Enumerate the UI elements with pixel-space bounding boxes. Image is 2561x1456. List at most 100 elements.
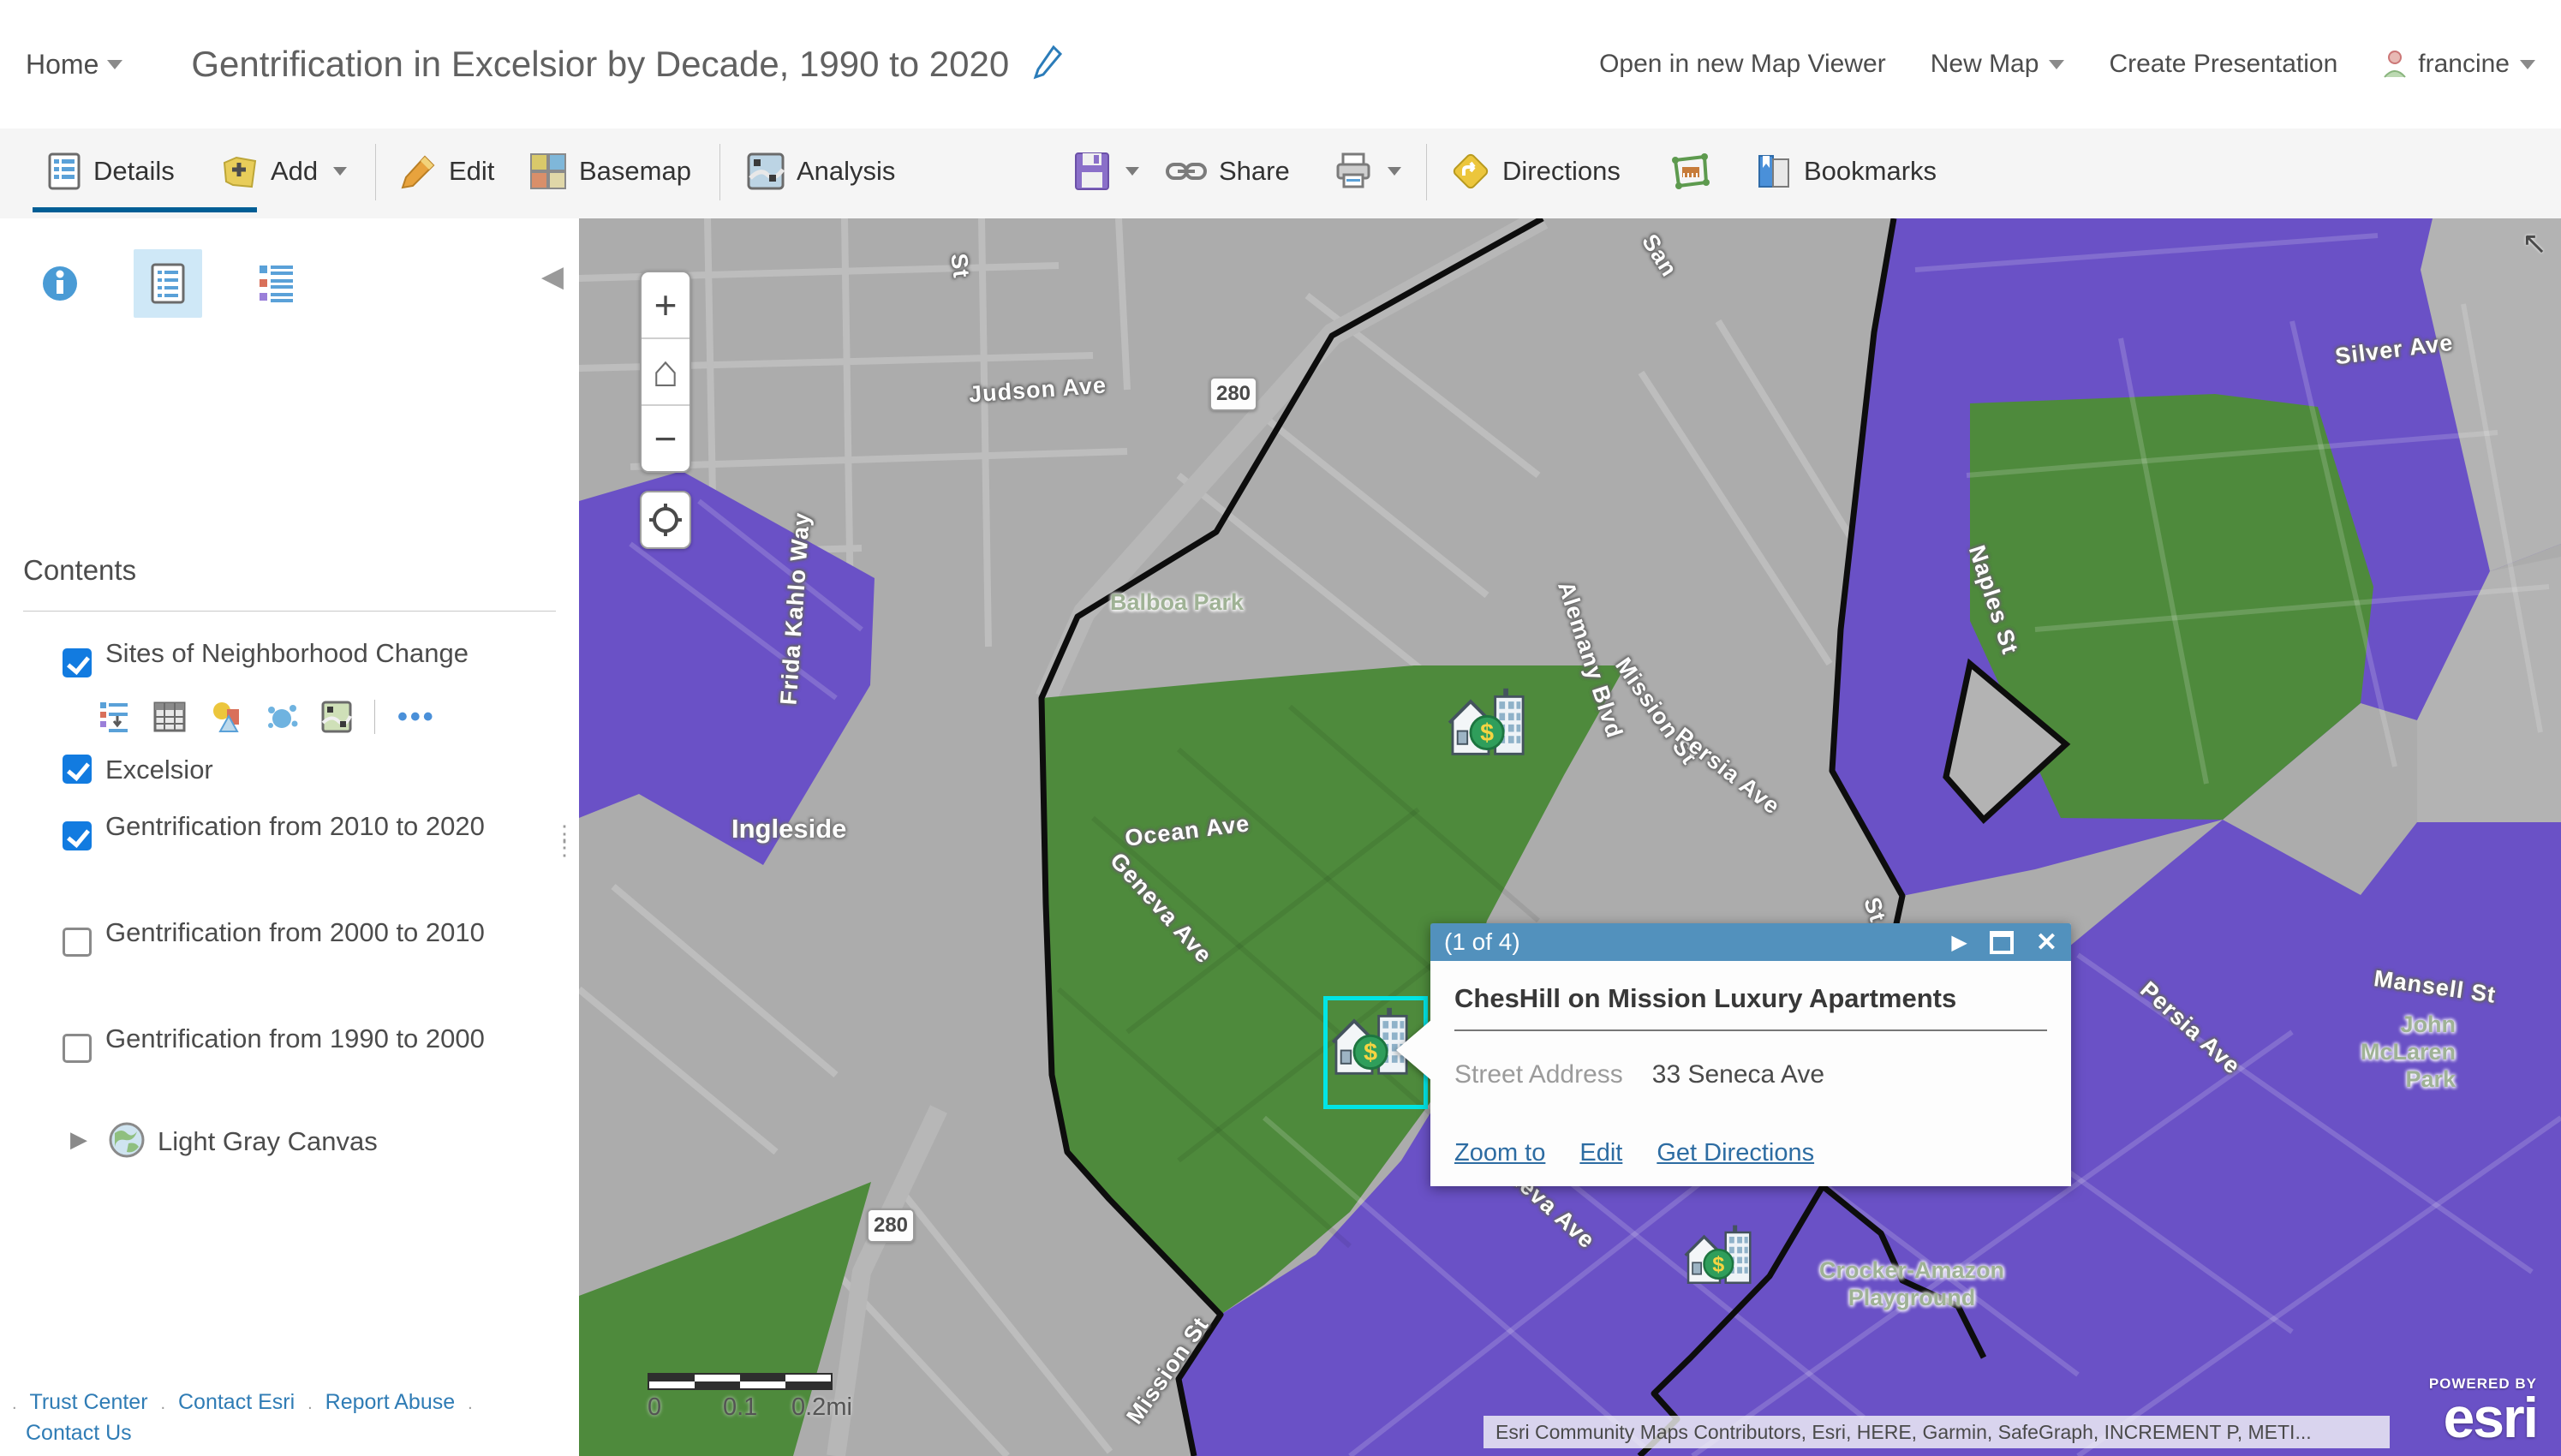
popup-title: ChesHill on Mission Luxury Apartments <box>1454 983 2047 1014</box>
chevron-down-icon <box>2049 60 2064 69</box>
popup-next-icon[interactable]: ▶ <box>1951 930 1967 955</box>
open-in-new-map-viewer-link[interactable]: Open in new Map Viewer <box>1599 50 1886 79</box>
chevron-down-icon <box>2520 60 2535 69</box>
contact-esri-link[interactable]: Contact Esri <box>178 1390 295 1414</box>
more-options-icon[interactable]: ••• <box>397 701 436 734</box>
toolbar-separator <box>719 144 720 200</box>
measure-button[interactable] <box>1670 128 1710 214</box>
divider <box>1454 1029 2047 1031</box>
zoom-to-link[interactable]: Zoom to <box>1454 1139 1545 1167</box>
zoom-controls: + ⌂ − <box>640 271 691 473</box>
get-directions-link[interactable]: Get Directions <box>1657 1139 1814 1167</box>
home-label: Home <box>26 49 98 81</box>
tab-content[interactable] <box>134 249 202 318</box>
layer-checkbox[interactable] <box>63 648 92 677</box>
popup-maximize-icon[interactable] <box>1990 931 2014 954</box>
expand-arrow-icon[interactable]: ▶ <box>70 1126 87 1153</box>
home-menu[interactable]: Home <box>26 49 122 81</box>
popup-edit-link[interactable]: Edit <box>1579 1139 1622 1167</box>
print-button[interactable] <box>1334 128 1401 214</box>
analysis-button[interactable]: Analysis <box>747 128 895 214</box>
tab-legend[interactable] <box>242 249 310 318</box>
dot-separator: . <box>468 1394 473 1413</box>
save-button[interactable] <box>1074 128 1139 214</box>
layer-label[interactable]: Gentrification from 2010 to 2020 <box>105 809 516 844</box>
directions-icon <box>1451 152 1490 191</box>
new-map-menu[interactable]: New Map <box>1931 50 2065 79</box>
find-my-location-button[interactable] <box>640 491 691 549</box>
legend-icon <box>256 262 296 305</box>
map-toolbar: Details Add Edit Basemap Analysis Share … <box>0 128 2561 219</box>
chevron-down-icon <box>1125 167 1139 176</box>
perform-analysis-icon[interactable] <box>321 701 352 733</box>
chevron-down-icon <box>1388 167 1401 176</box>
contents-panel: ◀ Contents Sites of Neighborhood Change … <box>0 218 580 1456</box>
popup-pager: (1 of 4) <box>1444 928 1520 956</box>
layer-checkbox[interactable] <box>63 1034 92 1063</box>
layer-checkbox[interactable] <box>63 755 92 784</box>
pencil-icon <box>401 153 437 189</box>
home-extent-button[interactable]: ⌂ <box>642 337 690 404</box>
tab-about[interactable] <box>26 249 94 318</box>
bookmarks-button[interactable]: Bookmarks <box>1756 128 1937 214</box>
popup-pointer <box>1396 1019 1432 1081</box>
edit-title-pencil-icon[interactable] <box>1033 45 1062 84</box>
trust-center-link[interactable]: Trust Center <box>30 1390 148 1414</box>
layer-label[interactable]: Gentrification from 2000 to 2010 <box>105 916 516 950</box>
printer-icon <box>1334 152 1372 190</box>
layer-label[interactable]: Gentrification from 1990 to 2000 <box>105 1022 516 1056</box>
details-icon <box>47 152 81 191</box>
add-layer-icon <box>221 152 259 190</box>
layer-label[interactable]: Light Gray Canvas <box>158 1125 569 1159</box>
sidebar-footer: . Trust Center . Contact Esri . Report A… <box>12 1387 473 1447</box>
info-icon <box>41 265 79 302</box>
save-floppy-icon <box>1074 152 1110 191</box>
share-button[interactable]: Share <box>1166 128 1290 214</box>
basemap-button[interactable]: Basemap <box>529 128 691 214</box>
locate-icon <box>648 502 684 538</box>
contact-us-link[interactable]: Contact Us <box>26 1421 132 1445</box>
divider <box>23 611 556 612</box>
layer-label[interactable]: Sites of Neighborhood Change <box>105 636 516 671</box>
details-button[interactable]: Details <box>47 128 175 214</box>
contents-heading: Contents <box>23 554 136 587</box>
map-canvas[interactable]: StSanJudson AveSilver AveBalboa ParkFrid… <box>579 218 2561 1456</box>
map-corner-arrow-icon[interactable]: ↖ <box>2522 225 2547 261</box>
page-title: Gentrification in Excelsior by Decade, 1… <box>191 44 1009 85</box>
layer-checkbox[interactable] <box>63 928 92 957</box>
cluster-points-icon[interactable] <box>265 701 299 732</box>
user-menu[interactable]: francine <box>2382 50 2535 79</box>
show-legend-icon[interactable] <box>98 701 131 733</box>
zoom-out-button[interactable]: − <box>642 404 690 471</box>
esri-logo: POWERED BY esri <box>2429 1375 2537 1442</box>
layer-checkbox[interactable] <box>63 821 92 850</box>
dot-separator: . <box>307 1394 313 1413</box>
content-list-icon <box>150 262 186 305</box>
add-button[interactable]: Add <box>221 128 347 214</box>
analysis-icon <box>747 152 785 190</box>
highway-shield: 280 <box>867 1208 915 1243</box>
panel-resize-grip[interactable]: ⋮⋮ <box>553 826 576 854</box>
map-basemap-layers <box>579 218 2561 1456</box>
toolbar-separator <box>375 144 376 200</box>
link-icon <box>1166 158 1207 184</box>
popup-header[interactable]: (1 of 4) ▶ ✕ <box>1430 923 2071 961</box>
layer-label[interactable]: Excelsior <box>105 753 516 787</box>
scale-zero: 0 <box>648 1393 661 1422</box>
show-table-icon[interactable] <box>153 701 186 732</box>
zoom-in-button[interactable]: + <box>642 272 690 337</box>
chevron-down-icon <box>107 60 122 69</box>
report-abuse-link[interactable]: Report Abuse <box>325 1390 456 1414</box>
collapse-panel-icon[interactable]: ◀ <box>541 260 564 294</box>
dot-separator: . <box>160 1394 165 1413</box>
layer-row-basemap: ▶ Light Gray Canvas <box>0 1125 579 1167</box>
popup-close-icon[interactable]: ✕ <box>2036 928 2057 958</box>
edit-button[interactable]: Edit <box>401 128 494 214</box>
directions-button[interactable]: Directions <box>1451 128 1621 214</box>
measure-icon <box>1670 152 1710 191</box>
scale-mid: 0.1 <box>723 1393 757 1422</box>
scale-bar: 0 0.1 0.2mi <box>648 1373 904 1419</box>
change-style-icon[interactable] <box>208 701 242 733</box>
create-presentation-link[interactable]: Create Presentation <box>2109 50 2337 79</box>
chevron-down-icon <box>333 167 347 176</box>
